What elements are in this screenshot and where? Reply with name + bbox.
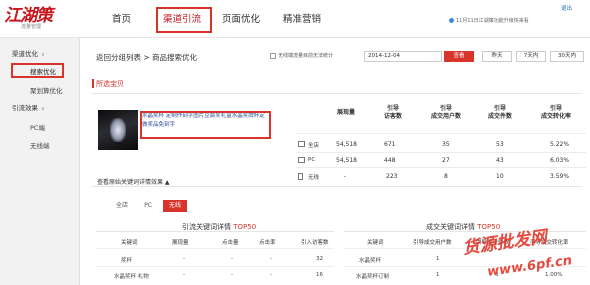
table-cell: - xyxy=(231,272,233,278)
col-buyers: 引导 成交用户数 xyxy=(430,105,461,120)
product-title-highlight-box xyxy=(140,111,271,139)
col-items: 引导 成交件数 xyxy=(487,105,512,120)
sidebar-group-channel[interactable]: 渠道优化 ∨ xyxy=(12,48,45,58)
table-cell: - xyxy=(183,256,185,262)
table-cell: 223 xyxy=(386,173,398,180)
col-keyword: 关键词 xyxy=(121,240,138,246)
trophy-image xyxy=(110,118,126,142)
row-divider xyxy=(96,248,334,249)
col-impressions: 展现量 xyxy=(172,240,189,246)
nav-page-optimize[interactable]: 页面优化 xyxy=(222,11,260,25)
col-visitors: 引导 访客数 xyxy=(383,105,402,120)
wireless-checkbox[interactable]: 无线端流量目前无法统计 xyxy=(270,52,333,59)
panel-title: 引流关键词详情 xyxy=(182,223,231,231)
sidebar-item-aggregate[interactable]: 聚划算优化 xyxy=(30,85,63,95)
table-cell: 10 xyxy=(496,173,504,180)
table-cell: 1.00% xyxy=(545,272,563,278)
sidebar-group-label: 引流效果 xyxy=(12,104,38,112)
keyword-details-toggle[interactable]: 查看原始关键词详情效果 ▲ xyxy=(97,177,170,186)
checkbox-box[interactable] xyxy=(270,52,276,59)
sidebar-item-pc[interactable]: PC端 xyxy=(30,122,45,132)
table-cell: 5.22% xyxy=(550,141,570,148)
date-input[interactable]: 2014-12-04 xyxy=(364,51,442,62)
chevron-down-icon: ∨ xyxy=(41,52,45,58)
panel-title: 成交关键词详情 xyxy=(426,223,475,231)
query-button[interactable]: 查看 xyxy=(444,51,474,62)
table-cell: 8 xyxy=(444,173,448,180)
table-cell: 1 xyxy=(436,256,440,262)
top-bar: 江湖策 流量管理 首页 渠道引流 页面优化 精准营销 退出 11月11日江湖策功… xyxy=(0,0,590,38)
row-divider xyxy=(296,133,586,134)
divider xyxy=(344,231,586,232)
mobile-icon xyxy=(298,173,303,180)
keyword-cell: 水晶奖杯 xyxy=(359,258,382,264)
col-clicks: 点击量 xyxy=(222,240,239,246)
table-cell: 54,518 xyxy=(336,141,357,148)
row-divider xyxy=(296,167,586,168)
divider xyxy=(96,231,334,232)
range-yesterday-button[interactable]: 昨天 xyxy=(482,51,512,62)
sidebar-highlight-box xyxy=(11,63,64,78)
pc-icon xyxy=(298,157,305,163)
device-label: PC xyxy=(308,157,316,163)
divider xyxy=(92,93,582,94)
tab-pc[interactable]: PC xyxy=(138,200,158,212)
table-cell: 16 xyxy=(316,272,323,278)
sidebar-group-effect[interactable]: 引流效果 ∨ xyxy=(12,102,45,112)
table-cell: 32 xyxy=(316,256,323,262)
range-7-days-button[interactable]: 7天内 xyxy=(516,51,546,62)
range-30-days-button[interactable]: 30天内 xyxy=(550,51,584,62)
nav-home[interactable]: 首页 xyxy=(112,11,131,25)
shop-icon xyxy=(298,141,305,147)
device-label: 全店 xyxy=(308,143,320,149)
nav-highlight-box xyxy=(156,7,212,33)
row-divider xyxy=(296,152,586,153)
section-marker xyxy=(92,79,94,88)
nav-marketing[interactable]: 精准营销 xyxy=(283,11,321,25)
table-cell: 53 xyxy=(496,141,504,148)
logo-subtitle: 流量管理 xyxy=(21,24,42,30)
sidebar-group-label: 渠道优化 xyxy=(12,50,38,58)
table-cell: - xyxy=(344,173,347,180)
keyword-cell: 水晶奖杯 礼物 xyxy=(114,274,149,280)
sidebar-item-wireless[interactable]: 无线端 xyxy=(30,140,50,150)
keyword-cell: 水晶奖杯订制 xyxy=(356,274,390,280)
col-visitors: 引入访客数 xyxy=(301,240,329,246)
col-buyers: 引导成交用户数 xyxy=(413,240,452,246)
col-ctr: 点击率 xyxy=(259,240,276,246)
chevron-down-icon: ∨ xyxy=(41,106,45,112)
device-label: 无线 xyxy=(308,175,320,181)
col-keyword: 关键词 xyxy=(367,240,384,246)
table-cell: - xyxy=(183,272,185,278)
table-cell: - xyxy=(270,272,272,278)
table-cell: 43 xyxy=(496,157,504,164)
table-cell: 1 xyxy=(436,272,440,278)
section-title: 所选宝贝 xyxy=(96,80,124,88)
row-divider xyxy=(96,266,334,267)
tab-all-shop[interactable]: 全店 xyxy=(110,200,134,212)
notice-text: 11月11日江湖策功能升级快来看 xyxy=(456,18,529,24)
breadcrumb[interactable]: 返回分组列表 > 商品搜索优化 xyxy=(96,52,197,63)
col-conversion: 引导 成交转化率 xyxy=(540,105,571,120)
table-cell: 671 xyxy=(384,141,396,148)
keyword-cell: 奖杯 xyxy=(121,258,133,264)
notice-banner[interactable]: 11月11日江湖策功能升级快来看 xyxy=(449,17,529,24)
product-image[interactable] xyxy=(98,110,138,150)
tab-wireless[interactable]: 无线 xyxy=(163,200,187,212)
table-cell: 27 xyxy=(442,157,450,164)
divider xyxy=(92,186,582,187)
info-icon xyxy=(449,18,454,23)
table-cell: 6.03% xyxy=(550,157,570,164)
logo[interactable]: 江湖策 流量管理 xyxy=(4,1,53,33)
checkbox-label: 无线端流量目前无法统计 xyxy=(278,53,334,59)
table-cell: 35 xyxy=(442,141,450,148)
table-cell: 54,518 xyxy=(336,157,357,164)
top-badge: TOP50 xyxy=(233,223,257,231)
logout-link[interactable]: 退出 xyxy=(561,4,572,12)
table-cell: - xyxy=(270,256,272,262)
table-cell: - xyxy=(231,256,233,262)
col-impressions: 展现量 xyxy=(336,109,355,116)
table-cell: 448 xyxy=(384,157,396,164)
table-cell: 3.59% xyxy=(550,173,570,180)
